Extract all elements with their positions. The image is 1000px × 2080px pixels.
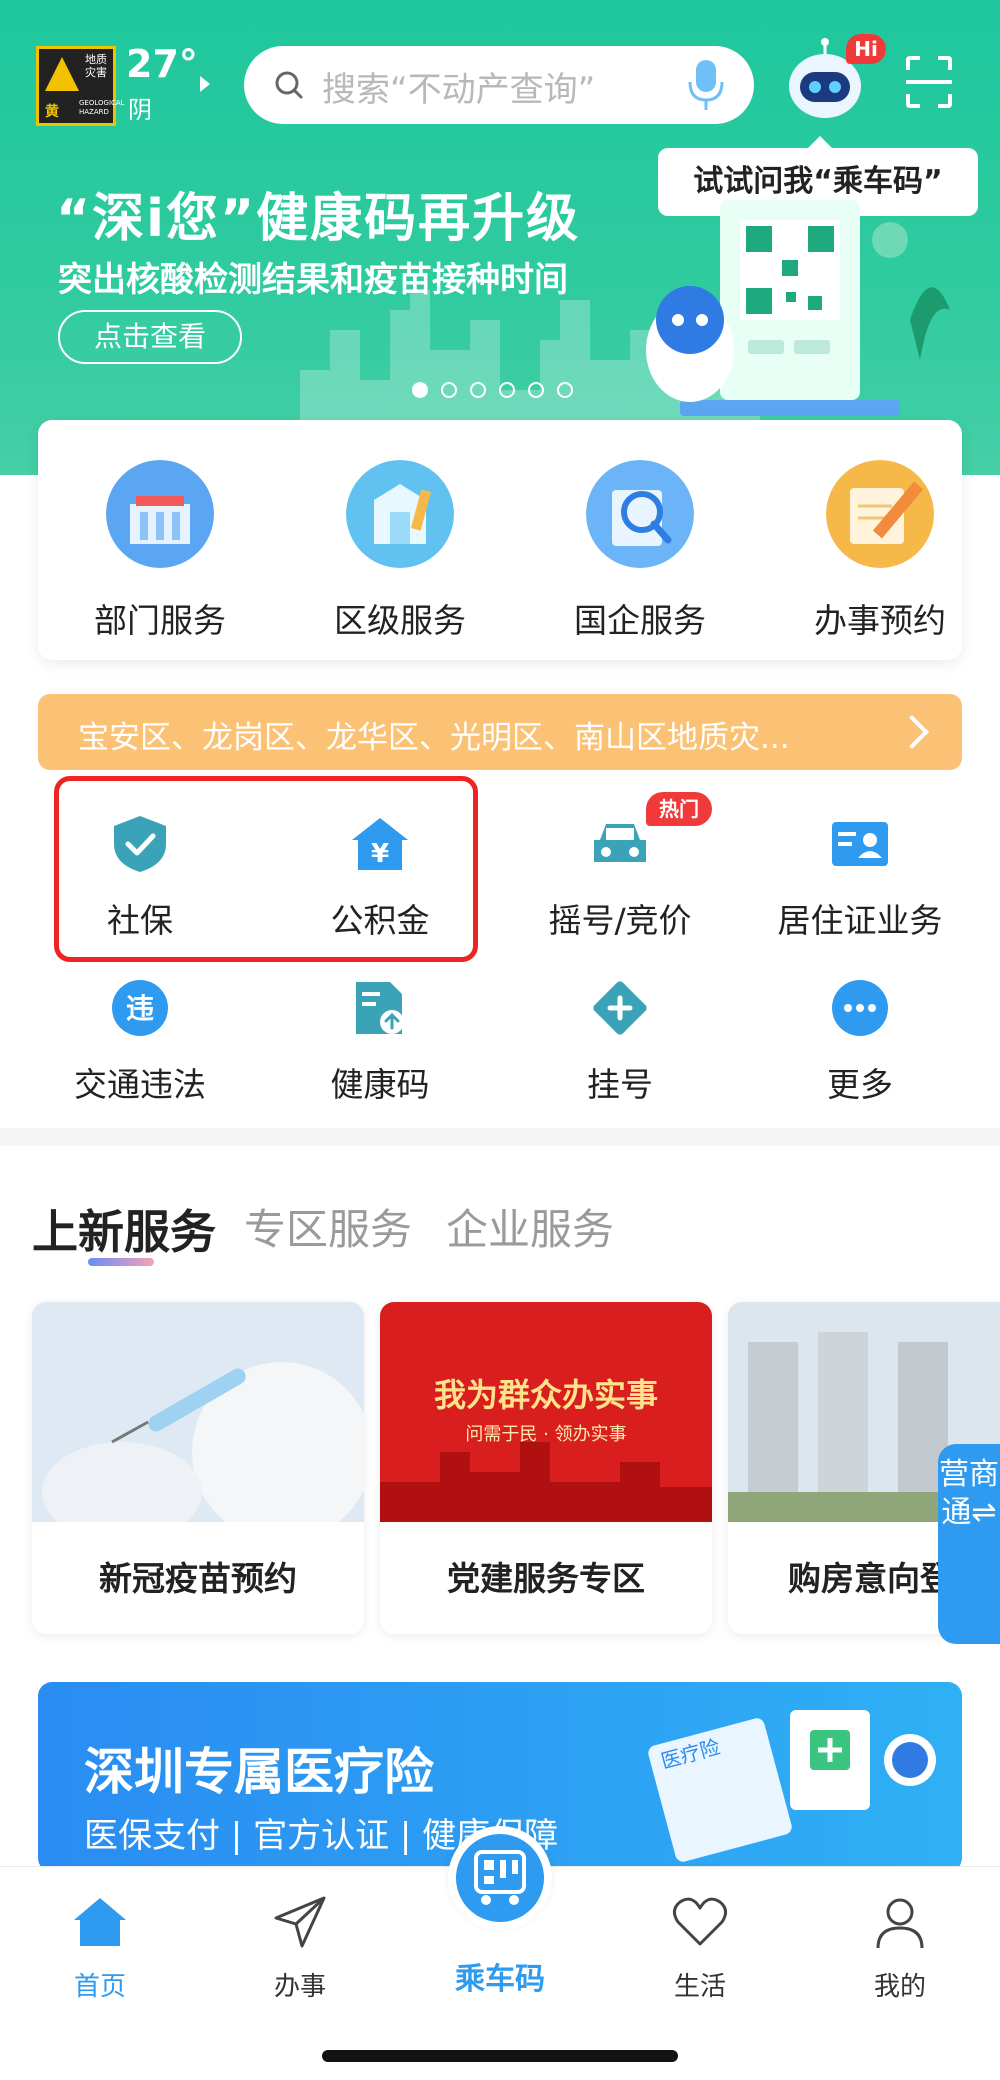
highlight-box (54, 776, 478, 962)
health-code-illustration (646, 200, 950, 416)
chevron-right-icon[interactable] (200, 76, 210, 92)
search-icon (275, 71, 303, 99)
appointment-pencil-icon (826, 460, 934, 568)
banner-title: “深i您”健康码再升级 (56, 189, 581, 249)
bus-qr-label[interactable]: 乘车码 (420, 1954, 580, 1998)
carousel-dot[interactable] (528, 382, 544, 398)
health-doc-icon (356, 982, 404, 1034)
more-item[interactable]: 更多 (750, 978, 970, 1106)
banner-subtitle: 突出核酸检测结果和疫苗接种时间 (58, 260, 568, 300)
geohazard-warning-icon[interactable]: 地质灾害 黄 GEOLOGICAL HAZARD (36, 46, 125, 126)
weather-condition[interactable]: 阴 (128, 90, 152, 125)
home-indicator[interactable] (322, 2050, 678, 2062)
heart-icon (673, 1897, 727, 1946)
more-dots-icon (832, 980, 888, 1036)
lottery-bid-item[interactable]: 摇号/竞价 (510, 814, 730, 942)
registration-item[interactable]: 挂号 (510, 978, 730, 1106)
party-banner-title: 我为群众办实事 (433, 1376, 658, 1414)
scan-icon[interactable] (904, 54, 954, 110)
svg-text:违: 违 (126, 992, 154, 1025)
vaccine-photo (32, 1302, 364, 1542)
user-icon (876, 1898, 924, 1949)
nav-life[interactable]: 生活 (630, 1892, 770, 2003)
paper-plane-icon (274, 1896, 326, 1948)
state-enterprise-service[interactable]: 国企服务 (550, 460, 730, 642)
vaccine-card[interactable]: 新冠疫苗预约 (32, 1302, 364, 1634)
banner-view-button[interactable]: 点击查看 (58, 310, 242, 364)
tab-enterprise-services[interactable]: 企业服务 (446, 1196, 614, 1257)
hi-badge: Hi (846, 34, 886, 64)
business-side-tab[interactable]: 营商通⇌ (938, 1444, 1000, 1644)
government-building-icon (106, 460, 214, 568)
violation-circle-icon: 违 (112, 980, 168, 1036)
microphone-icon[interactable] (686, 58, 726, 112)
id-card-icon (832, 822, 888, 866)
carousel-dot[interactable] (412, 382, 428, 398)
district-service[interactable]: 区级服务 (310, 460, 490, 642)
nav-services[interactable]: 办事 (230, 1892, 370, 2003)
insurance-title: 深圳专属医疗险 (84, 1743, 434, 1801)
carousel-dot[interactable] (499, 382, 515, 398)
insurance-illustration (648, 1710, 936, 1862)
traffic-violation-item[interactable]: 违 交通违法 (30, 978, 250, 1106)
bus-qr-button[interactable] (448, 1826, 552, 1930)
carousel-dots (412, 382, 592, 402)
section-divider (0, 1128, 1000, 1146)
temperature[interactable]: 27° (126, 42, 198, 86)
plus-diamond-icon (593, 981, 647, 1035)
home-icon (74, 1898, 126, 1946)
carousel-dot[interactable] (441, 382, 457, 398)
search-placeholder: 搜索“不动产查询” (322, 70, 596, 110)
notice-text: 宝安区、龙岗区、龙华区、光明区、南山区地质灾... (78, 720, 790, 756)
department-service[interactable]: 部门服务 (70, 460, 250, 642)
services-card: 部门服务 区级服务 国企服务 办事预约 (38, 420, 962, 660)
magnifier-doc-icon (586, 460, 694, 568)
party-banner-subtitle: 问需于民 · 领办实事 (465, 1424, 627, 1445)
appointment-service[interactable]: 办事预约 (790, 460, 970, 642)
tab-new-services[interactable]: 上新服务 (32, 1196, 216, 1262)
district-building-icon (346, 460, 454, 568)
residence-permit-item[interactable]: 居住证业务 (750, 814, 970, 942)
active-tab-indicator (88, 1258, 154, 1266)
nav-mine[interactable]: 我的 (830, 1892, 970, 2003)
tab-zone-services[interactable]: 专区服务 (244, 1196, 412, 1257)
carousel-dot[interactable] (470, 382, 486, 398)
health-code-item[interactable]: 健康码 (270, 978, 490, 1106)
carousel-dot[interactable] (557, 382, 573, 398)
bus-qr-icon (474, 1850, 526, 1905)
nav-home[interactable]: 首页 (30, 1892, 170, 2003)
hot-badge: 热门 (646, 792, 712, 826)
party-service-card[interactable]: 党建服务专区 (380, 1302, 712, 1634)
car-icon (594, 824, 646, 862)
